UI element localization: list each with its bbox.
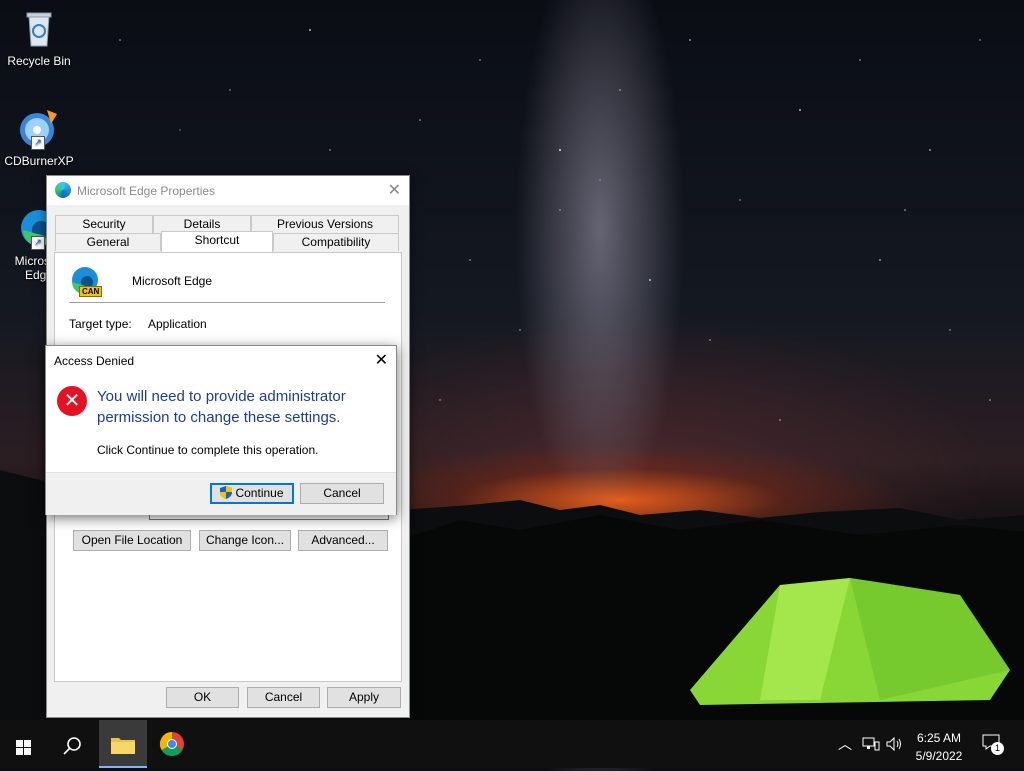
tab-row-bottom: General Shortcut Compatibility: [55, 231, 399, 252]
shortcut-arrow-icon: ↗: [31, 136, 45, 150]
error-icon: ✕: [57, 386, 87, 416]
tab-general[interactable]: General: [55, 233, 161, 251]
shortcut-arrow-icon: ↗: [31, 236, 45, 250]
folder-icon: [111, 738, 135, 754]
desktop-icon-recycle-bin[interactable]: Recycle Bin: [1, 6, 77, 68]
desktop-icon-cdburnerxp[interactable]: ↗ CDBurnerXP: [1, 106, 77, 168]
app-name: Microsoft Edge: [132, 274, 213, 288]
continue-label: Continue: [235, 486, 284, 500]
taskbar: ︿ 6:25 AM 5/9/2022 1: [0, 720, 1024, 768]
dialog-sub-message: Click Continue to complete this operatio…: [97, 443, 319, 457]
target-type-value: Application: [148, 317, 207, 331]
notification-count-badge: 1: [991, 742, 1004, 755]
tab-security[interactable]: Security: [55, 215, 153, 233]
file-explorer-taskbar-button[interactable]: [99, 720, 147, 768]
close-icon[interactable]: ✕: [375, 350, 388, 370]
chrome-taskbar-button[interactable]: [148, 720, 196, 768]
access-denied-dialog: Access Denied ✕ ✕ You will need to provi…: [45, 345, 397, 515]
dialog-title: Access Denied: [54, 354, 135, 368]
cancel-button[interactable]: Cancel: [247, 687, 320, 708]
start-button[interactable]: [0, 720, 48, 768]
uac-shield-icon: [220, 486, 233, 499]
chrome-icon: [159, 732, 184, 757]
desktop-icon-label: CDBurnerXP: [4, 154, 74, 168]
tab-compatibility[interactable]: Compatibility: [273, 233, 399, 251]
clock-time[interactable]: 6:25 AM: [912, 731, 966, 745]
advanced-button[interactable]: Advanced...: [298, 530, 388, 551]
apply-button[interactable]: Apply: [327, 687, 401, 708]
search-icon: [63, 737, 81, 755]
properties-titlebar[interactable]: Microsoft Edge Properties ✕: [47, 176, 409, 205]
dialog-message: You will need to provide administrator p…: [97, 388, 346, 426]
cdburnerxp-icon: ↗: [17, 106, 61, 150]
window-title: Microsoft Edge Properties: [77, 184, 216, 198]
show-hidden-icons-chevron-icon[interactable]: ︿: [838, 734, 852, 754]
dialog-cancel-button[interactable]: Cancel: [300, 483, 384, 504]
volume-icon[interactable]: [886, 736, 904, 754]
can-badge: CAN: [79, 286, 103, 297]
ok-button[interactable]: OK: [166, 687, 239, 708]
edge-icon: [55, 182, 71, 198]
notification-center-button[interactable]: 1: [982, 734, 1006, 756]
continue-button[interactable]: Continue: [210, 483, 294, 504]
tab-shortcut[interactable]: Shortcut: [161, 231, 273, 252]
app-icon: CAN: [69, 265, 103, 297]
desktop-icon-label: Recycle Bin: [7, 54, 71, 68]
close-icon[interactable]: ✕: [388, 180, 401, 200]
recycle-bin-icon: [17, 6, 61, 50]
windows-logo-icon: [16, 740, 31, 755]
target-type-label: Target type:: [69, 317, 132, 331]
clock-date[interactable]: 5/9/2022: [912, 749, 966, 763]
tab-previous-versions[interactable]: Previous Versions: [251, 215, 399, 233]
dialog-footer: Continue Cancel: [46, 472, 396, 515]
network-icon[interactable]: [862, 737, 880, 754]
divider: [69, 302, 385, 303]
open-file-location-button[interactable]: Open File Location: [73, 530, 191, 551]
search-button[interactable]: [48, 720, 96, 768]
change-icon-button[interactable]: Change Icon...: [199, 530, 291, 551]
